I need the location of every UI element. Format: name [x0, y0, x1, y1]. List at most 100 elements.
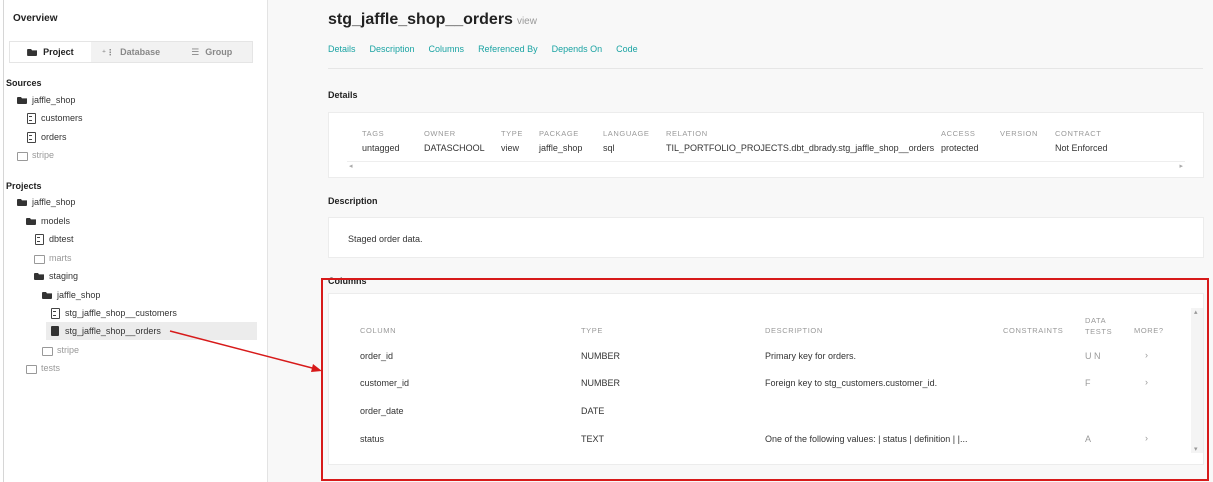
column-description: Foreign key to stg_customers.customer_id…: [765, 378, 938, 388]
column-type: NUMBER: [581, 378, 621, 388]
model-materialization: view: [516, 16, 537, 27]
scroll-right-icon[interactable]: ▸: [1179, 162, 1183, 170]
database-icon: ⁺⋮: [101, 47, 115, 57]
tree-item-label: jaffle_shop: [57, 290, 101, 300]
detail-label: CONTRACT: [1055, 129, 1102, 138]
main-panel: stg_jaffle_shop__orders view Details Desc…: [268, 0, 1213, 482]
folder-open-icon: [42, 290, 52, 300]
column-tests: A: [1085, 434, 1092, 444]
scroll-up-icon[interactable]: ▴: [1194, 308, 1198, 316]
tab-columns[interactable]: Columns: [429, 44, 465, 54]
detail-label: ACCESS: [941, 129, 976, 138]
tab-description[interactable]: Description: [370, 44, 415, 54]
tree-item-staging-stripe[interactable]: stripe: [42, 343, 79, 357]
column-name: order_id: [360, 351, 394, 361]
tree-item-project-jaffle-shop[interactable]: jaffle_shop: [17, 195, 75, 209]
tree-item-label: jaffle_shop: [32, 197, 76, 207]
tab-group-label: Group: [205, 47, 233, 57]
tab-database[interactable]: ⁺⋮ Database: [91, 42, 172, 62]
page-title: stg_jaffle_shop__orders view: [328, 11, 537, 29]
tree-item-label: orders: [41, 132, 67, 142]
detail-value: TIL_PORTFOLIO_PROJECTS.dbt_dbrady.stg_ja…: [666, 143, 935, 153]
column-header-data-tests: DATA TESTS: [1085, 316, 1113, 336]
detail-label: PACKAGE: [539, 129, 579, 138]
column-header-more: MORE?: [1134, 326, 1164, 335]
file-icon: [26, 132, 36, 143]
tab-code[interactable]: Code: [616, 44, 638, 54]
tab-details[interactable]: Details: [328, 44, 356, 54]
tree-item-dbtest[interactable]: dbtest: [34, 232, 74, 246]
folder-open-icon: [17, 197, 27, 207]
detail-label: VERSION: [1000, 129, 1038, 138]
column-type: TEXT: [581, 434, 605, 444]
chevron-right-icon[interactable]: ›: [1145, 377, 1148, 387]
tab-database-label: Database: [120, 47, 161, 57]
tree-item-source-orders[interactable]: orders: [26, 130, 67, 144]
overview-link[interactable]: Overview: [13, 13, 57, 24]
detail-label: TAGS: [362, 129, 385, 138]
folder-icon: [17, 150, 28, 161]
tree-item-label: stripe: [32, 150, 55, 160]
tree-item-label: staging: [49, 271, 79, 281]
column-type: DATE: [581, 406, 605, 416]
section-tabs: Details Description Columns Referenced B…: [328, 44, 638, 54]
tree-item-label: models: [41, 216, 71, 226]
tab-depends-on[interactable]: Depends On: [552, 44, 603, 54]
file-icon: [50, 308, 60, 319]
scroll-left-icon[interactable]: ◂: [349, 162, 353, 170]
chevron-right-icon[interactable]: ›: [1145, 350, 1148, 360]
tree-item-source-customers[interactable]: customers: [26, 111, 83, 125]
tree-item-label: stg_jaffle_shop__customers: [65, 308, 177, 318]
folder-open-icon: [34, 271, 44, 281]
file-icon: [34, 234, 44, 245]
projects-heading: Projects: [6, 181, 42, 191]
tree-item-tests[interactable]: tests: [26, 361, 60, 375]
folder-open-icon: [27, 47, 37, 57]
tree-item-label: tests: [41, 363, 61, 373]
tab-referenced-by[interactable]: Referenced By: [478, 44, 538, 54]
column-header-type: TYPE: [581, 326, 603, 335]
detail-value: view: [501, 143, 520, 153]
tree-item-label: stg_jaffle_shop__orders: [65, 326, 161, 336]
column-header-description: DESCRIPTION: [765, 326, 823, 335]
folder-open-icon: [26, 216, 36, 226]
tree-item-label: customers: [41, 113, 83, 123]
detail-value: protected: [941, 143, 979, 153]
vertical-scrollbar[interactable]: ▴ ▾: [1191, 308, 1203, 453]
chevron-right-icon[interactable]: ›: [1145, 433, 1148, 443]
tree-item-stg-customers[interactable]: stg_jaffle_shop__customers: [50, 306, 177, 320]
tab-group[interactable]: ☰ Group: [171, 42, 252, 62]
file-solid-icon: [50, 326, 60, 336]
horizontal-scrollbar[interactable]: ◂ ▸: [347, 161, 1185, 171]
tree-item-source-jaffle-shop[interactable]: jaffle_shop: [17, 93, 75, 107]
tree-item-label: jaffle_shop: [32, 95, 76, 105]
tab-project[interactable]: Project: [10, 42, 91, 62]
tree-item-source-stripe[interactable]: stripe: [17, 148, 54, 162]
description-card: Staged order data.: [328, 217, 1204, 258]
folder-icon: [26, 363, 37, 374]
filter-icon: ☰: [191, 46, 200, 57]
file-icon: [26, 113, 36, 124]
column-tests: F: [1085, 378, 1091, 388]
tree-item-label: dbtest: [49, 234, 74, 244]
column-name: customer_id: [360, 378, 410, 388]
tree-item-staging[interactable]: staging: [34, 269, 78, 283]
tab-project-label: Project: [43, 47, 74, 57]
detail-label: LANGUAGE: [603, 129, 650, 138]
column-description: One of the following values: | status | …: [765, 434, 968, 444]
scroll-down-icon[interactable]: ▾: [1194, 445, 1198, 453]
model-name: stg_jaffle_shop__orders: [328, 11, 513, 28]
detail-value: Not Enforced: [1055, 143, 1108, 153]
tree-item-marts[interactable]: marts: [34, 251, 72, 265]
columns-heading: Columns: [328, 276, 367, 286]
detail-value: untagged: [362, 143, 400, 153]
sidebar: Overview Project ⁺⋮ Database ☰ Group Sou…: [0, 0, 268, 482]
tree-item-stg-orders[interactable]: stg_jaffle_shop__orders: [46, 322, 257, 340]
tree-item-label: stripe: [57, 345, 80, 355]
tree-item-models[interactable]: models: [26, 214, 70, 228]
column-description: Primary key for orders.: [765, 351, 857, 361]
tree-item-staging-jaffle-shop[interactable]: jaffle_shop: [42, 288, 100, 302]
columns-card: COLUMN TYPE DESCRIPTION CONSTRAINTS DATA…: [328, 293, 1204, 465]
folder-icon: [34, 253, 45, 264]
tree-item-label: marts: [49, 253, 72, 263]
